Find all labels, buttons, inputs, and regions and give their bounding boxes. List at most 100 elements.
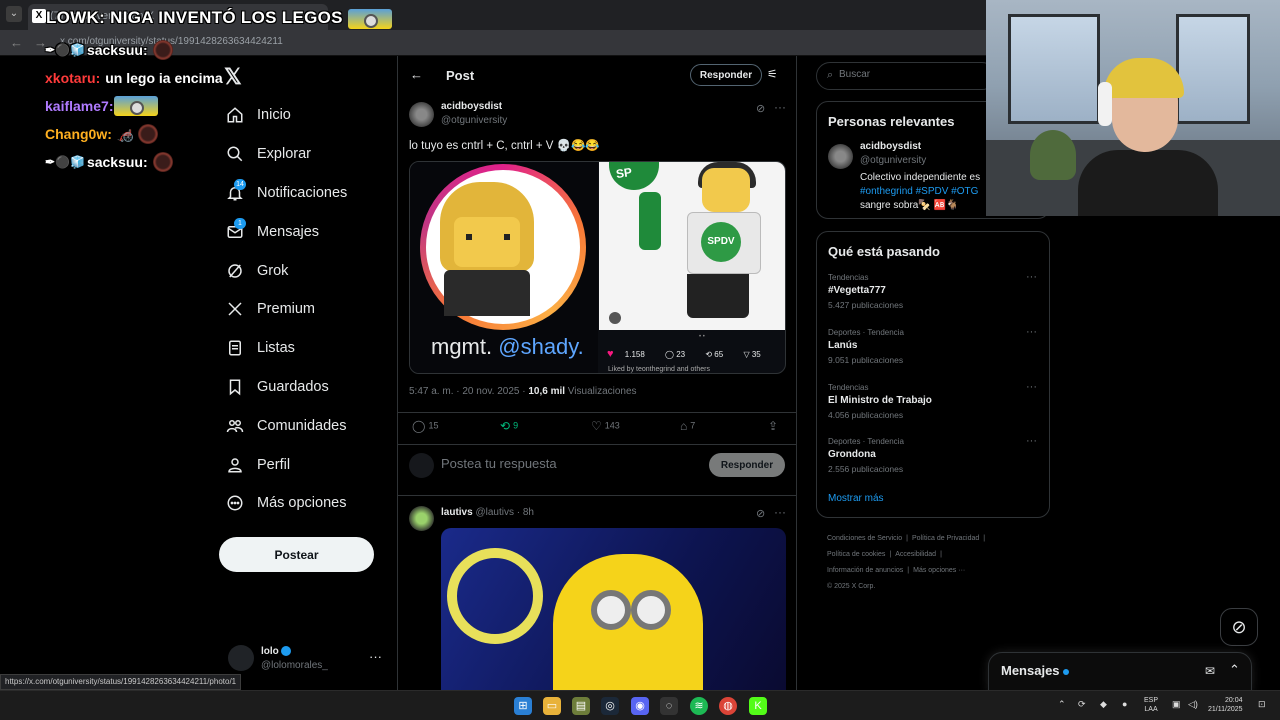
trend-item[interactable]: Tendencias #Vegetta777 5.427 publicacion… bbox=[828, 271, 1049, 323]
trend-name: #Vegetta777 bbox=[828, 285, 886, 296]
repost-button[interactable]: ⟲ 9 bbox=[500, 419, 518, 433]
second-post-author[interactable]: lautivs @lautivs · 8h bbox=[441, 507, 534, 518]
volume-icon[interactable]: ◁) bbox=[1188, 699, 1198, 710]
sidebar-item-label: Notificaciones bbox=[257, 184, 348, 201]
bookmark-button[interactable]: ⌂ 7 bbox=[680, 419, 695, 433]
bio-hashtags[interactable]: #onthegrind #SPDV #OTG bbox=[860, 186, 978, 197]
search-input[interactable] bbox=[839, 69, 989, 80]
heart-icon: ♥ bbox=[607, 348, 614, 360]
author-handle[interactable]: @otguniversity bbox=[441, 115, 507, 126]
share-button[interactable]: ⇪ bbox=[768, 419, 781, 433]
sidebar-item-inicio[interactable]: Inicio bbox=[222, 96, 347, 135]
footer-separator: | bbox=[907, 567, 910, 574]
sidebar-item-notificaciones[interactable]: 14 Notificaciones bbox=[222, 174, 347, 213]
like-count: 1.158 bbox=[624, 350, 645, 359]
search-box[interactable]: ⌕ bbox=[816, 62, 996, 90]
chat-username: sacksuu: bbox=[86, 42, 148, 58]
footer-link[interactable]: Accesibilidad bbox=[895, 551, 936, 558]
more-icon[interactable]: ··· bbox=[1026, 381, 1037, 393]
account-switcher[interactable]: lolo @lolomorales_ ··· bbox=[228, 645, 388, 679]
notification-bell-icon[interactable]: ⊡ bbox=[1258, 699, 1266, 710]
lang-bottom: LAA bbox=[1144, 706, 1158, 713]
footer-link[interactable]: Política de cookies bbox=[827, 551, 885, 558]
post-text: lo tuyo es cntrl + C, cntrl + V 💀😂😂 bbox=[409, 140, 600, 152]
like-button[interactable]: ♡ 143 bbox=[591, 419, 620, 433]
sync-icon[interactable]: ⟳ bbox=[1078, 699, 1086, 710]
reply-count: 15 bbox=[428, 420, 439, 431]
more-icon[interactable]: ··· bbox=[774, 100, 786, 114]
avatar[interactable] bbox=[409, 506, 434, 531]
file-explorer-icon[interactable]: ▭ bbox=[543, 697, 561, 715]
grok-floating-button[interactable]: ⊘ bbox=[1220, 608, 1258, 646]
trend-category: Deportes · Tendencia bbox=[828, 328, 904, 337]
chevron-up-icon[interactable]: ⌃ bbox=[1229, 662, 1240, 678]
sidebar-item-premium[interactable]: Premium bbox=[222, 290, 347, 329]
tab-list-button[interactable]: ⌄ bbox=[6, 6, 22, 22]
chevron-up-icon[interactable]: ⌃ bbox=[1058, 699, 1066, 710]
more-icon[interactable]: ··· bbox=[1026, 326, 1037, 338]
language-indicator[interactable]: ESP LAA bbox=[1144, 696, 1158, 714]
back-arrow-icon[interactable]: ← bbox=[410, 67, 423, 82]
spdv-logo: SPDV bbox=[701, 222, 741, 262]
grok-icon[interactable]: ⊘ bbox=[756, 102, 765, 115]
media-image-right[interactable]: SP SPDV bbox=[599, 162, 785, 330]
post-media[interactable]: mgmt. @shady. SP SPDV • • ♥ 1.158 ◯ 23 ⟲… bbox=[409, 161, 786, 374]
reply-header-button[interactable]: Responder bbox=[690, 64, 762, 86]
lego-eyes bbox=[466, 234, 510, 240]
chrome-icon[interactable]: ◍ bbox=[719, 697, 737, 715]
more-icon[interactable]: ··· bbox=[1026, 435, 1037, 447]
trend-item[interactable]: Deportes · Tendencia Grondona 2.556 publ… bbox=[828, 435, 1049, 487]
footer-link[interactable]: Condiciones de Servicio bbox=[827, 535, 902, 542]
discord-icon[interactable]: ◉ bbox=[631, 697, 649, 715]
compose-message-icon[interactable]: ✉ bbox=[1205, 664, 1215, 678]
more-icon[interactable]: ··· bbox=[369, 649, 382, 664]
sidebar-item-guardados[interactable]: Guardados bbox=[222, 368, 347, 407]
spotify-icon[interactable]: ≋ bbox=[690, 697, 708, 715]
sidebar-item-mensajes[interactable]: 1 Mensajes bbox=[222, 212, 347, 251]
app-icon[interactable]: ▤ bbox=[572, 697, 590, 715]
grok-icon[interactable]: ⊘ bbox=[756, 507, 765, 520]
avatar[interactable] bbox=[409, 102, 434, 127]
author-name[interactable]: acidboysdist bbox=[441, 101, 502, 112]
sidebar-item-grok[interactable]: Grok bbox=[222, 251, 347, 290]
obs-icon[interactable]: ◌ bbox=[660, 697, 678, 715]
reply-submit-button[interactable]: Responder bbox=[709, 453, 785, 477]
footer-link[interactable]: Política de Privacidad bbox=[912, 535, 979, 542]
footer-link[interactable]: Información de anuncios bbox=[827, 567, 903, 574]
sidebar-item-perfil[interactable]: Perfil bbox=[222, 445, 347, 484]
show-more-link[interactable]: Mostrar más bbox=[828, 493, 884, 504]
windows-start-icon[interactable]: ⊞ bbox=[514, 697, 532, 715]
more-icon[interactable]: ··· bbox=[1026, 271, 1037, 283]
microphone-icon[interactable]: ● bbox=[1122, 699, 1127, 709]
relevant-handle[interactable]: @otguniversity bbox=[860, 155, 926, 166]
trend-item[interactable]: Deportes · Tendencia Lanús 9.051 publica… bbox=[828, 326, 1049, 378]
footer-link[interactable]: Más opciones ··· bbox=[913, 567, 965, 574]
shield-icon[interactable]: ◆ bbox=[1100, 699, 1107, 710]
sidebar-item-label: Listas bbox=[257, 340, 295, 357]
sidebar-item-explorar[interactable]: Explorar bbox=[222, 135, 347, 174]
relevant-name[interactable]: acidboysdist bbox=[860, 141, 921, 152]
reply-input[interactable] bbox=[441, 456, 701, 471]
reply-button[interactable]: ◯ 15 bbox=[412, 419, 438, 433]
comment-icon: ◯ bbox=[412, 419, 426, 433]
sidebar-item-mas-opciones[interactable]: Más opciones bbox=[222, 484, 347, 523]
avatar[interactable] bbox=[828, 144, 853, 169]
steam-icon[interactable]: ◎ bbox=[601, 697, 619, 715]
network-icon[interactable]: ▣ bbox=[1172, 699, 1181, 710]
post-button[interactable]: Postear bbox=[219, 537, 374, 572]
share-icon: ⇪ bbox=[768, 419, 779, 433]
messages-drawer[interactable]: Mensajes ✉ ⌃ bbox=[988, 652, 1252, 692]
avatar bbox=[409, 453, 434, 478]
sidebar-item-listas[interactable]: Listas bbox=[222, 329, 347, 368]
more-icon[interactable]: ··· bbox=[774, 505, 786, 519]
back-arrow-icon[interactable]: ← bbox=[10, 35, 23, 50]
media-image-left[interactable]: mgmt. @shady. bbox=[410, 162, 598, 373]
clock[interactable]: 20:04 21/11/2025 bbox=[1208, 696, 1243, 714]
x-logo-icon[interactable]: 𝕏 bbox=[224, 64, 242, 90]
second-post-media[interactable] bbox=[441, 528, 786, 690]
sidebar-item-comunidades[interactable]: Comunidades bbox=[222, 406, 347, 445]
trend-item[interactable]: Tendencias El Ministro de Trabajo 4.056 … bbox=[828, 381, 1049, 433]
sliders-icon[interactable]: ⚟ bbox=[767, 67, 778, 81]
headset-shape bbox=[1098, 82, 1112, 126]
kick-icon[interactable]: K bbox=[749, 697, 767, 715]
